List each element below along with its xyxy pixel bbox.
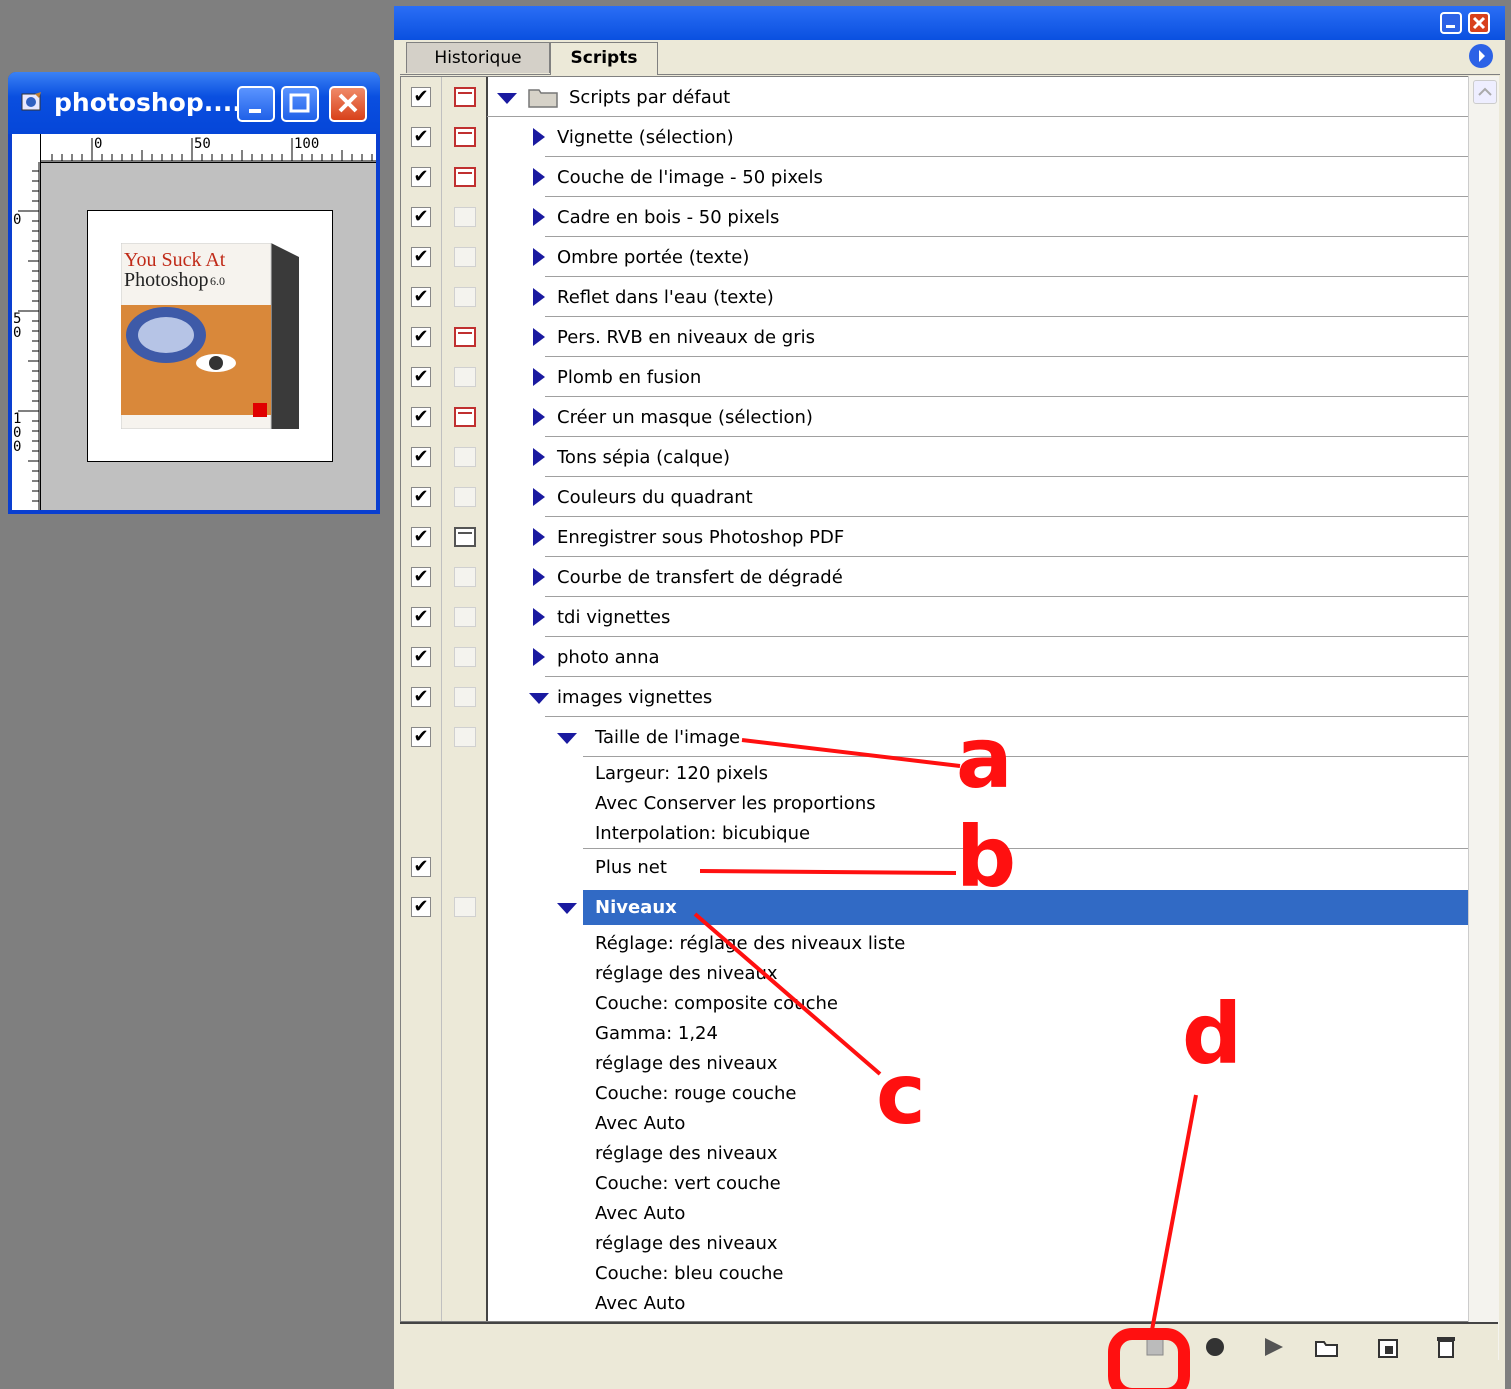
annotation-a: a: [956, 709, 1013, 807]
annotation-c: c: [876, 1045, 926, 1143]
annotation-line-a: [741, 738, 961, 768]
annotation-d: d: [1182, 985, 1243, 1083]
annotation-line-d: [1150, 1094, 1198, 1331]
annotation-circle-stop: [1108, 1328, 1190, 1389]
annotation-lines: [693, 738, 1198, 1389]
annotation-line-b: [699, 869, 957, 875]
annotation-b: b: [956, 808, 1017, 906]
annotation-line-c: [693, 912, 882, 1076]
